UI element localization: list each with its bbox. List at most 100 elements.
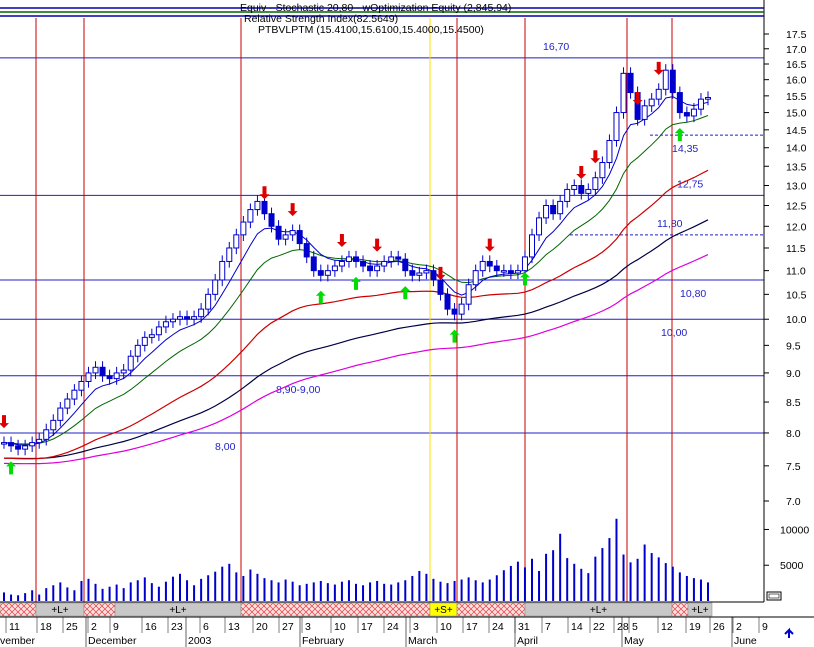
price-tick-label: 12.5 <box>786 200 807 212</box>
level-label: 10,80 <box>680 288 706 300</box>
candle-body <box>536 217 543 236</box>
date-tick-label: 14 <box>571 621 583 633</box>
month-label: vember <box>0 635 36 647</box>
month-label: 2003 <box>188 635 212 647</box>
candle-body <box>191 316 198 320</box>
candle-body <box>43 429 50 440</box>
candle-body <box>198 308 205 318</box>
candle-body <box>57 407 64 421</box>
candle-body <box>240 221 247 236</box>
candle-body <box>493 265 500 272</box>
band-label: +S+ <box>434 605 453 616</box>
candle-body <box>697 98 704 110</box>
band-label: +L+ <box>51 605 68 616</box>
candle-body <box>437 279 444 295</box>
candle-body <box>683 112 690 117</box>
candle-body <box>64 398 71 409</box>
price-tick-label: 16.5 <box>786 59 807 71</box>
date-tick-label: 10 <box>334 621 346 633</box>
candle-body <box>655 88 662 100</box>
volume-tick-label: 5000 <box>780 560 804 572</box>
price-tick-label: 11.5 <box>786 243 806 255</box>
date-tick-label: 17 <box>466 621 478 633</box>
candle-body <box>690 108 697 117</box>
date-tick-label: 22 <box>593 621 605 633</box>
candle-body <box>141 336 148 346</box>
price-tick-label: 10.5 <box>786 289 807 301</box>
candle-body <box>557 200 564 215</box>
candle-body <box>226 247 233 262</box>
price-chart: 16,70 14,35 12,75 11,80 10,80 10,00 8,90-9,00 8… <box>0 0 814 647</box>
date-tick-label: 23 <box>171 621 183 633</box>
month-label: February <box>302 635 345 647</box>
level-label: 10,00 <box>661 327 687 339</box>
month-label: June <box>734 635 757 647</box>
scrollbar-thumb[interactable] <box>766 591 782 601</box>
candle-body <box>402 258 409 272</box>
candle-body <box>261 200 268 215</box>
date-tick-label: 12 <box>661 621 673 633</box>
date-tick-label: 3 <box>305 621 311 633</box>
month-label: May <box>624 635 645 647</box>
level-label: 11,80 <box>657 218 683 230</box>
date-tick-label: 18 <box>40 621 52 633</box>
candle-body <box>578 184 585 194</box>
signal-band: +L+ +L+ +S+ +L+ +L+ <box>0 601 764 617</box>
candle-body <box>613 112 620 141</box>
level-label: 8,90-9,00 <box>276 384 321 396</box>
candle-body <box>155 326 162 336</box>
candle-body <box>78 380 85 391</box>
price-tick-label: 14.0 <box>786 143 807 155</box>
candle-body <box>543 204 550 219</box>
candle-body <box>409 270 416 276</box>
month-label: March <box>408 635 437 647</box>
date-tick-label: 24 <box>492 621 504 633</box>
candle-body <box>113 372 120 380</box>
candle-body <box>669 69 676 94</box>
candle-body <box>268 213 275 227</box>
candle-body <box>641 105 648 120</box>
candle-body <box>92 366 99 374</box>
candle-body <box>324 270 331 276</box>
date-tick-label: 25 <box>66 621 78 633</box>
candle-body <box>662 69 669 90</box>
candle-body <box>296 230 303 245</box>
candle-body <box>134 344 141 357</box>
level-label: 12,75 <box>677 178 703 190</box>
candle-body <box>317 270 324 276</box>
candle-body <box>169 318 176 323</box>
candle-body <box>162 321 169 328</box>
candle-body <box>500 270 507 273</box>
header-line-3: PTBVLPTM (15.4100,15.6100,15.4000,15.450… <box>258 24 484 36</box>
price-tick-label: 15.5 <box>786 91 807 103</box>
candle-body <box>71 389 78 400</box>
volume-tick-label: 10000 <box>780 524 809 536</box>
date-tick-label: 26 <box>713 621 725 633</box>
candle-body <box>282 234 289 240</box>
band-segment <box>240 602 431 617</box>
date-tick-label: 19 <box>689 621 701 633</box>
candle-body <box>571 184 578 190</box>
candle-body <box>705 96 711 100</box>
candle-body <box>648 98 655 107</box>
candle-body <box>331 265 338 272</box>
candle-body <box>465 284 472 305</box>
price-tick-label: 9.5 <box>786 340 801 352</box>
candle-body <box>275 225 282 240</box>
candle-body <box>444 293 451 310</box>
date-tick-label: 10 <box>440 621 452 633</box>
band-label: +L+ <box>590 605 607 616</box>
candle-body <box>50 419 57 431</box>
candle-body <box>388 256 395 262</box>
candle-body <box>205 293 212 310</box>
candle-body <box>451 308 458 315</box>
candle-body <box>395 256 402 260</box>
candle-body <box>458 303 465 315</box>
band-label: +L+ <box>169 605 186 616</box>
candle-body <box>1 442 7 445</box>
date-tick-label: 9 <box>762 621 768 633</box>
candle-body <box>514 270 521 274</box>
price-tick-label: 17.0 <box>786 44 807 56</box>
date-tick-label: 11 <box>9 621 20 633</box>
candle-body <box>564 188 571 202</box>
